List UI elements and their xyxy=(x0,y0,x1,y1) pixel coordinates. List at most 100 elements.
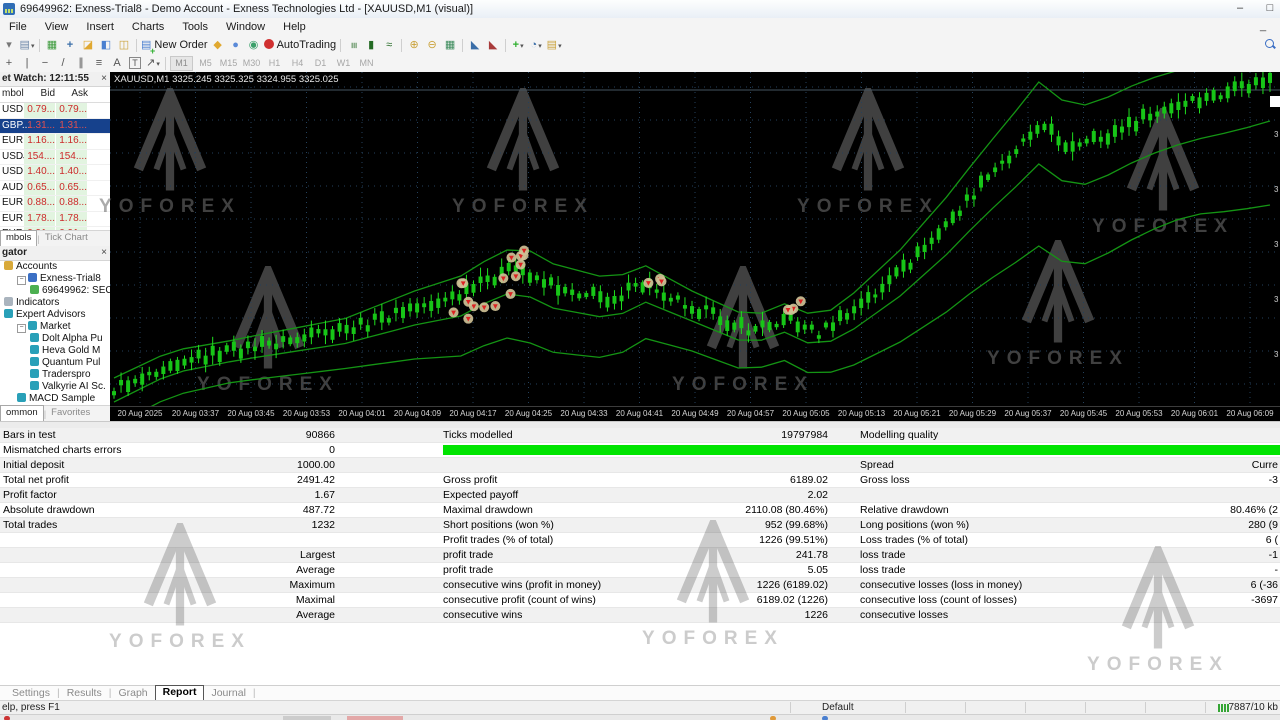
chart-canvas[interactable]: 33333 xyxy=(110,72,1280,406)
tree-expand-icon[interactable]: − xyxy=(17,324,26,333)
navigator-item-indicators[interactable]: Indicators xyxy=(0,297,110,309)
line-chart-mode-icon[interactable]: ≈ xyxy=(381,38,397,53)
report-value: -3 xyxy=(1269,473,1278,487)
report-label: Bars in test xyxy=(3,428,56,442)
text-icon[interactable]: A xyxy=(109,56,125,71)
tab-report[interactable]: Report xyxy=(155,685,205,700)
periods-icon[interactable]: ◔▾ xyxy=(528,38,544,53)
templates-icon[interactable]: ▤▾ xyxy=(546,38,562,53)
menu-item-tools[interactable]: Tools xyxy=(173,18,217,36)
menu-item-view[interactable]: View xyxy=(36,18,78,36)
close-icon[interactable]: × xyxy=(101,72,107,86)
navigator-item-expert-advisors[interactable]: Expert Advisors xyxy=(0,309,110,321)
candlestick-mode-icon[interactable]: ▮ xyxy=(363,38,379,53)
timeframe-m1[interactable]: M1 xyxy=(170,56,193,71)
timeframe-m30[interactable]: M30 xyxy=(241,57,262,70)
navigator-item-heva-gold-m[interactable]: Heva Gold M xyxy=(0,345,110,357)
navigator-tab-favorites[interactable]: Favorites xyxy=(46,406,95,421)
timeframe-m5[interactable]: M5 xyxy=(195,57,216,70)
equidistant-channel-icon[interactable]: ∥ xyxy=(73,56,89,71)
tab-journal[interactable]: Journal xyxy=(204,687,252,700)
horizontal-line-icon[interactable]: − xyxy=(37,56,53,71)
menu-item-file[interactable]: File xyxy=(0,18,36,36)
status-profile[interactable]: Default xyxy=(822,702,854,713)
menu-item-help[interactable]: Help xyxy=(274,18,315,36)
zoom-in-icon[interactable]: ⊕ xyxy=(406,38,422,53)
mdi-minimize-button[interactable]: _ xyxy=(1256,18,1270,36)
navigator-item-label: Exness-Trial8 xyxy=(40,273,101,284)
navigator-header: gator × xyxy=(0,246,110,261)
chart-area[interactable]: YOFOREXYOFOREXYOFOREXYOFOREXYOFOREXYOFOR… xyxy=(110,72,1280,421)
data-window-icon[interactable]: ◫ xyxy=(116,38,132,53)
timeframe-m15[interactable]: M15 xyxy=(218,57,239,70)
status-separator xyxy=(1085,702,1086,713)
dropdown-partial-glyph: ▾ xyxy=(6,39,12,51)
add-indicator-icon[interactable]: +▾ xyxy=(510,38,526,53)
profiles-icon[interactable]: ◪ xyxy=(80,38,96,53)
timeframe-w1[interactable]: W1 xyxy=(333,57,354,70)
package-icon[interactable]: ◆ xyxy=(210,38,226,53)
market-watch-row[interactable]: GBP...1.31...1.31... xyxy=(0,119,110,135)
market-watch-tab-mbols[interactable]: mbols xyxy=(0,230,37,246)
metaeditor-icon[interactable]: ● xyxy=(228,38,244,53)
new-order-icon[interactable]: ▤+New Order xyxy=(141,38,208,53)
tab-graph[interactable]: Graph xyxy=(111,687,154,700)
close-icon[interactable]: × xyxy=(101,246,107,260)
maximize-button[interactable]: □ xyxy=(1256,2,1280,16)
text-label-icon[interactable]: T xyxy=(127,56,143,71)
candle-body xyxy=(218,351,222,362)
market-watch-toggle-icon[interactable]: ◧ xyxy=(98,38,114,53)
zoom-out-icon[interactable]: ⊖ xyxy=(424,38,440,53)
tree-expand-icon[interactable]: − xyxy=(17,276,26,285)
market-watch-row[interactable]: EUR...1.78...1.78... xyxy=(0,212,110,228)
report-value: -1 xyxy=(1269,548,1278,562)
market-watch-row[interactable]: USD...0.79...0.79... xyxy=(0,103,110,119)
candle-body xyxy=(937,228,941,239)
magnifier-handle xyxy=(1272,45,1276,49)
fibonacci-icon[interactable]: ≡ xyxy=(91,56,107,71)
crosshair-icon[interactable]: + xyxy=(1,56,17,71)
timeframe-d1[interactable]: D1 xyxy=(310,57,331,70)
market-watch-row[interactable]: AUD...0.65...0.65... xyxy=(0,181,110,197)
navigator-item-69649962-sec[interactable]: 69649962: SEC xyxy=(0,285,110,297)
timeframe-h1[interactable]: H1 xyxy=(264,57,285,70)
navigator-item-macd-sample[interactable]: MACD Sample xyxy=(0,393,110,405)
trendline-icon[interactable]: / xyxy=(55,56,71,71)
new-chart-icon[interactable]: ▦ xyxy=(44,38,60,53)
navigator-item-quantum-pul[interactable]: Quantum Pul xyxy=(0,357,110,369)
menu-item-window[interactable]: Window xyxy=(217,18,274,36)
search-icon[interactable] xyxy=(1264,38,1276,51)
autotrading-icon[interactable]: AutoTrading xyxy=(264,38,337,53)
market-watch-row[interactable]: USD...1.40...1.40... xyxy=(0,165,110,181)
navigator-item-traderspro[interactable]: Traderspro xyxy=(0,369,110,381)
menu-item-charts[interactable]: Charts xyxy=(123,18,173,36)
market-watch-tab-tick-chart[interactable]: Tick Chart xyxy=(40,231,93,246)
time-axis-label: 20 Aug 04:33 xyxy=(556,409,612,418)
navigator-item-market[interactable]: −Market xyxy=(0,321,110,333)
market-watch-row[interactable]: EUR...0.88...0.88... xyxy=(0,196,110,212)
timeframe-h4[interactable]: H4 xyxy=(287,57,308,70)
market-watch-row[interactable]: USDJPY154....154.... xyxy=(0,150,110,166)
navigator-item-valkyrie-ai-sc-[interactable]: Valkyrie AI Sc. xyxy=(0,381,110,393)
navigator-item-exness-trial8[interactable]: − Exness-Trial8 xyxy=(0,273,110,285)
bar-chart-mode-icon[interactable]: ≡ xyxy=(345,38,361,53)
navigator-item-accounts[interactable]: Accounts xyxy=(0,261,110,273)
tab-settings[interactable]: Settings xyxy=(5,687,57,700)
vertical-line-icon[interactable]: | xyxy=(19,56,35,71)
tab-results[interactable]: Results xyxy=(60,687,109,700)
timeframe-mn[interactable]: MN xyxy=(356,57,377,70)
dropdown-partial-icon[interactable]: ▾ xyxy=(1,38,17,53)
community-icon[interactable]: ◉ xyxy=(246,38,262,53)
menu-item-insert[interactable]: Insert xyxy=(77,18,123,36)
indicator-arrow-1-icon[interactable]: ◣ xyxy=(467,38,483,53)
print-icon[interactable]: ▤▾ xyxy=(19,38,35,53)
indicator-arrow-2-icon[interactable]: ◣ xyxy=(485,38,501,53)
navigator-item-dolt-alpha-pu[interactable]: Dolt Alpha Pu xyxy=(0,333,110,345)
market-watch-row[interactable]: EUR...1.16...1.16... xyxy=(0,134,110,150)
tile-windows-icon[interactable]: ▦ xyxy=(442,38,458,53)
report-label: Initial deposit xyxy=(3,458,64,472)
arrow-tools-icon[interactable]: ↗▾ xyxy=(145,56,161,71)
navigator-tab-ommon[interactable]: ommon xyxy=(0,405,44,421)
cursor-crosshair-icon[interactable]: + xyxy=(62,38,78,53)
minimize-button[interactable]: – xyxy=(1226,2,1254,16)
